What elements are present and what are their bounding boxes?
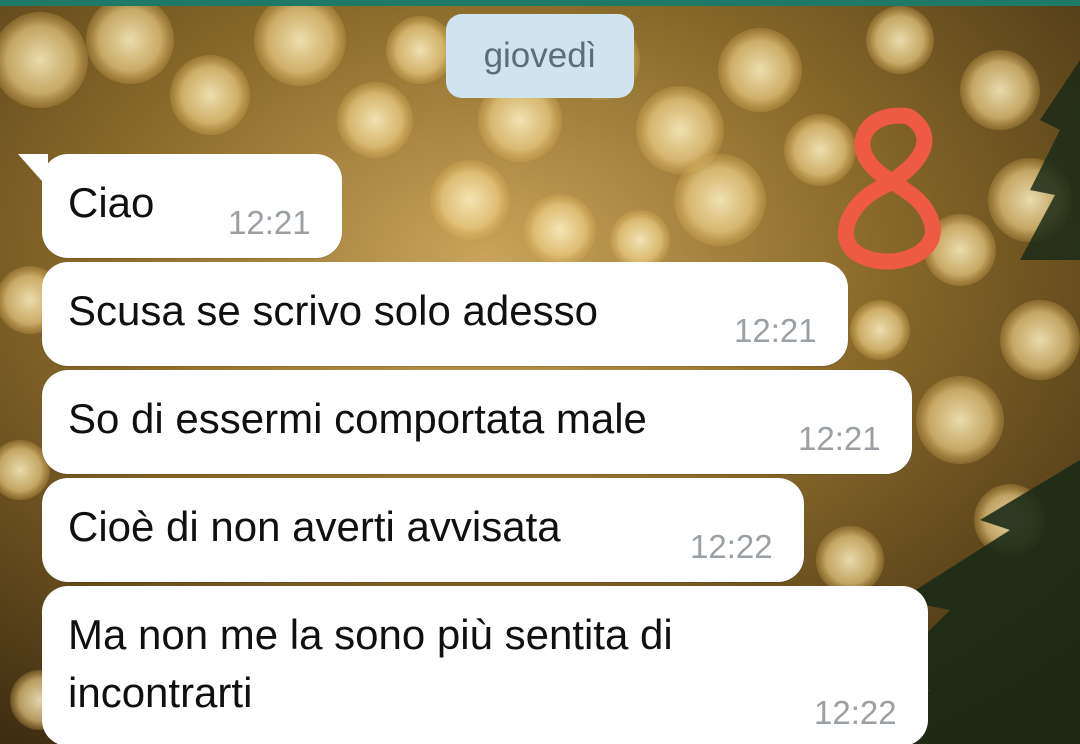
message-bubble[interactable]: Scusa se scrivo solo adesso 12:21 <box>42 262 848 366</box>
message-text: So di essermi comportata male <box>68 395 647 442</box>
message-bubble[interactable]: So di essermi comportata male 12:21 <box>42 370 912 474</box>
chat-screen: giovedì Ciao 12:21 Scusa se scrivo solo … <box>0 0 1080 744</box>
date-separator: giovedì <box>446 14 634 98</box>
message-time: 12:22 <box>690 528 773 565</box>
number-annotation <box>837 107 941 270</box>
header-bar <box>0 0 1080 6</box>
message-text: Scusa se scrivo solo adesso <box>68 287 598 334</box>
message-text-line: Ma non me la sono più sentita di <box>68 611 673 658</box>
message-time: 12:21 <box>798 420 881 457</box>
message-text: Cioè di non averti avvisata <box>68 503 561 550</box>
message-bubble[interactable]: Ciao 12:21 <box>42 154 342 258</box>
message-text: Ciao <box>68 179 155 226</box>
message-text-line: incontrarti <box>68 669 253 716</box>
message-time: 12:22 <box>814 694 897 731</box>
message-time: 12:21 <box>734 312 817 349</box>
message-bubble[interactable]: Ma non me la sono più sentita di incontr… <box>42 586 928 744</box>
message-bubble[interactable]: Cioè di non averti avvisata 12:22 <box>42 478 804 582</box>
message-time: 12:21 <box>228 204 311 241</box>
